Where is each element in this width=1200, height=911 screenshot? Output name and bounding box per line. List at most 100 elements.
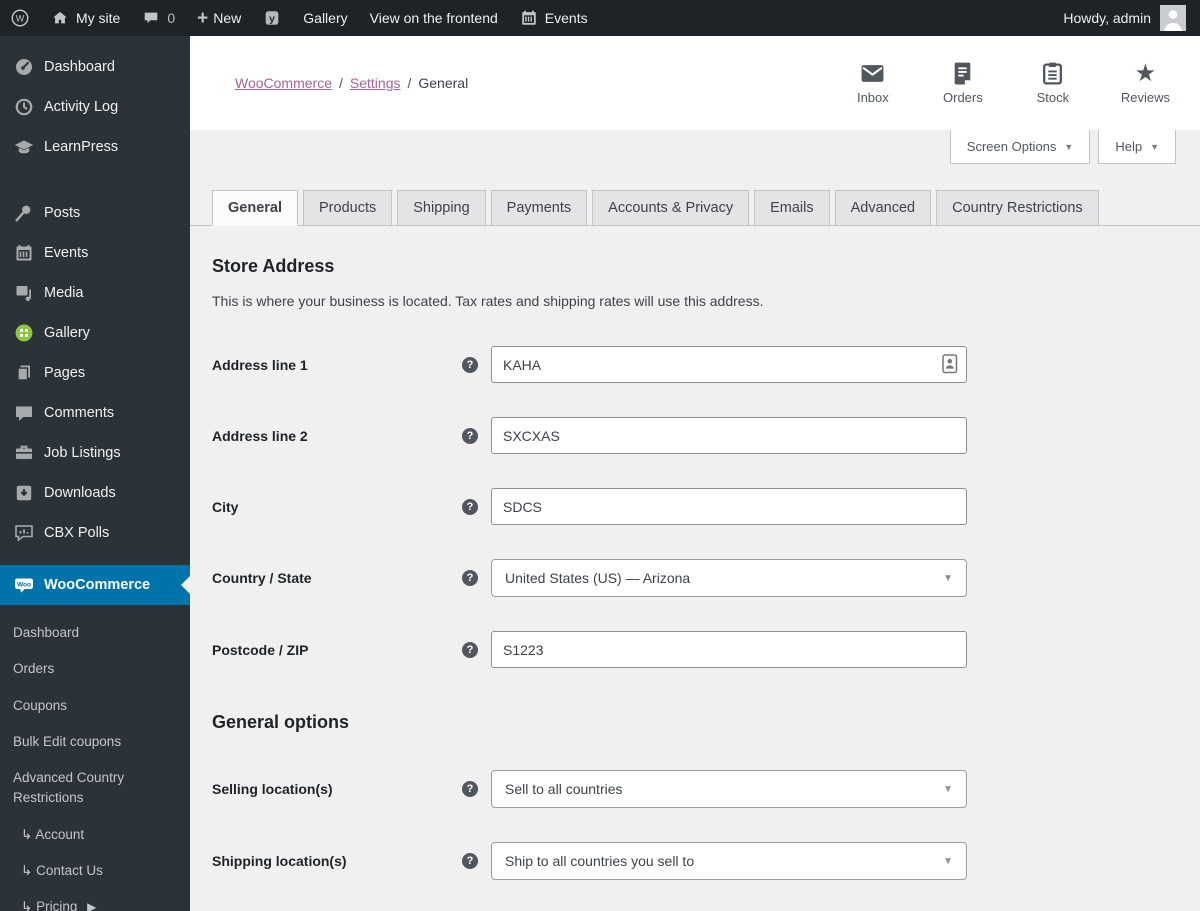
sidebar-item-label: CBX Polls bbox=[44, 525, 110, 541]
sidebar-item-pages[interactable]: Pages bbox=[0, 353, 190, 393]
help-icon[interactable]: ? bbox=[462, 853, 478, 869]
tab-general[interactable]: General bbox=[212, 190, 298, 226]
activity-orders-button[interactable]: Orders bbox=[941, 61, 985, 105]
sidebar-item-comments[interactable]: Comments bbox=[0, 393, 190, 433]
activity-reviews-button[interactable]: ★ Reviews bbox=[1121, 61, 1170, 105]
sidebar-item-label: Comments bbox=[44, 405, 115, 421]
sidebar-item-label: Activity Log bbox=[44, 99, 119, 115]
comments-menu[interactable]: 0 bbox=[131, 0, 186, 36]
briefcase-icon bbox=[16, 445, 32, 459]
tab-products[interactable]: Products bbox=[303, 190, 393, 226]
submenu-item-contact-us[interactable]: ↳ Contact Us bbox=[0, 853, 190, 889]
address-line-2-input[interactable] bbox=[491, 417, 967, 454]
woocommerce-submenu: Dashboard Orders Coupons Bulk Edit coupo… bbox=[0, 605, 190, 911]
admin-sidebar: Dashboard Activity Log LearnPress Posts bbox=[0, 36, 190, 911]
postcode-row: Postcode / ZIP ? bbox=[212, 631, 1200, 668]
help-icon[interactable]: ? bbox=[462, 570, 478, 586]
field-label: Address line 1 bbox=[212, 356, 308, 373]
sidebar-item-activity-log[interactable]: Activity Log bbox=[0, 87, 190, 127]
sidebar-item-media[interactable]: Media bbox=[0, 273, 190, 313]
tab-advanced[interactable]: Advanced bbox=[834, 190, 932, 226]
sidebar-item-label: Dashboard bbox=[44, 59, 115, 75]
help-icon[interactable]: ? bbox=[462, 498, 478, 515]
sidebar-item-posts[interactable]: Posts bbox=[0, 193, 190, 233]
woocommerce-icon: Woo bbox=[15, 578, 33, 593]
breadcrumb-link-settings[interactable]: Settings bbox=[350, 75, 401, 91]
tab-accounts-privacy[interactable]: Accounts & Privacy bbox=[592, 190, 750, 226]
breadcrumb-link-woocommerce[interactable]: WooCommerce bbox=[235, 75, 332, 91]
city-input[interactable] bbox=[491, 488, 967, 525]
submenu-item-dashboard[interactable]: Dashboard bbox=[0, 615, 190, 651]
calendar-icon bbox=[522, 10, 536, 25]
country-state-select[interactable]: United States (US) — Arizona ▼ bbox=[491, 559, 967, 597]
svg-text:y: y bbox=[269, 14, 275, 25]
gallery-menu[interactable]: Gallery bbox=[292, 0, 358, 36]
sidebar-item-label: Posts bbox=[44, 205, 81, 221]
wordpress-menu[interactable]: W bbox=[0, 0, 40, 36]
screen-meta-links: Screen Options ▼ Help ▼ bbox=[190, 130, 1200, 166]
woocommerce-header: WooCommerce / Settings / General Inbox O… bbox=[190, 36, 1200, 130]
screen-options-button[interactable]: Screen Options ▼ bbox=[949, 130, 1091, 164]
sidebar-item-events[interactable]: Events bbox=[0, 233, 190, 273]
submenu-branch-icon: ↳ bbox=[21, 826, 33, 842]
submenu-item-coupons[interactable]: Coupons bbox=[0, 688, 190, 724]
sidebar-item-downloads[interactable]: Downloads bbox=[0, 473, 190, 513]
activity-inbox-button[interactable]: Inbox bbox=[851, 61, 895, 105]
help-icon[interactable]: ? bbox=[462, 781, 478, 797]
submenu-item-bulk-edit-coupons[interactable]: Bulk Edit coupons bbox=[0, 724, 190, 760]
chevron-down-icon: ▼ bbox=[1150, 141, 1159, 152]
sidebar-item-dashboard[interactable]: Dashboard bbox=[0, 47, 190, 87]
yoast-seo-menu[interactable]: y bbox=[252, 0, 292, 36]
help-button[interactable]: Help ▼ bbox=[1098, 130, 1176, 164]
sidebar-item-label: Gallery bbox=[44, 325, 90, 341]
chevron-down-icon: ▼ bbox=[943, 855, 953, 867]
activity-label: Stock bbox=[1036, 90, 1070, 105]
tab-payments[interactable]: Payments bbox=[490, 190, 588, 226]
postcode-input[interactable] bbox=[491, 631, 967, 668]
tab-shipping[interactable]: Shipping bbox=[397, 190, 486, 226]
general-options-section: General options Selling location(s) ? Se… bbox=[190, 712, 1200, 880]
comment-icon bbox=[16, 406, 32, 421]
address-line-1-input[interactable] bbox=[491, 346, 967, 383]
submenu-branch-icon: ↳ bbox=[21, 862, 33, 878]
sidebar-item-gallery[interactable]: Gallery bbox=[0, 313, 190, 353]
submenu-item-pricing[interactable]: ↳ Pricing ▶ bbox=[0, 889, 190, 911]
home-icon bbox=[53, 11, 67, 24]
autofill-contact-icon[interactable] bbox=[942, 354, 958, 374]
city-row: City ? bbox=[212, 488, 1200, 525]
sidebar-item-cbx-polls[interactable]: CBX Polls bbox=[0, 513, 190, 553]
download-icon bbox=[16, 485, 32, 501]
tab-country-restrictions[interactable]: Country Restrictions bbox=[936, 190, 1099, 226]
submenu-item-account[interactable]: ↳ Account bbox=[0, 817, 190, 853]
submenu-item-orders[interactable]: Orders bbox=[0, 651, 190, 687]
help-icon[interactable]: ? bbox=[462, 356, 478, 373]
submenu-item-advanced-country-restrictions[interactable]: Advanced Country Restrictions bbox=[0, 760, 190, 817]
events-menu[interactable]: Events bbox=[509, 0, 599, 36]
shipping-location-row: Shipping location(s) ? Ship to all count… bbox=[212, 842, 1200, 880]
help-icon[interactable]: ? bbox=[462, 427, 478, 444]
view-frontend-menu[interactable]: View on the frontend bbox=[359, 0, 509, 36]
events-label: Events bbox=[544, 10, 588, 26]
sidebar-item-learnpress[interactable]: LearnPress bbox=[0, 127, 190, 167]
howdy-label: Howdy, admin bbox=[1063, 10, 1151, 26]
my-site-label: My site bbox=[76, 10, 121, 26]
field-label: Selling location(s) bbox=[212, 781, 333, 797]
activity-stock-button[interactable]: Stock bbox=[1031, 61, 1075, 105]
stock-clipboard-icon bbox=[1043, 62, 1063, 85]
tab-emails[interactable]: Emails bbox=[754, 190, 830, 226]
comment-bubble-icon bbox=[145, 12, 158, 23]
media-icon bbox=[16, 286, 31, 301]
sidebar-item-job-listings[interactable]: Job Listings bbox=[0, 433, 190, 473]
shipping-location-select[interactable]: Ship to all countries you sell to ▼ bbox=[491, 842, 967, 880]
selected-value: Ship to all countries you sell to bbox=[505, 853, 695, 869]
my-site-menu[interactable]: My site bbox=[40, 0, 131, 36]
selling-location-select[interactable]: Sell to all countries ▼ bbox=[491, 770, 967, 808]
sidebar-item-woocommerce[interactable]: Woo WooCommerce bbox=[0, 565, 190, 605]
account-menu[interactable]: Howdy, admin bbox=[1052, 0, 1200, 36]
help-icon[interactable]: ? bbox=[462, 641, 478, 658]
svg-text:W: W bbox=[16, 13, 25, 23]
new-menu[interactable]: + New bbox=[186, 0, 252, 36]
chevron-down-icon: ▼ bbox=[1064, 141, 1074, 152]
activity-panel: Inbox Orders Stock ★ Reviews bbox=[851, 61, 1178, 105]
store-address-description: This is where your business is located. … bbox=[212, 293, 764, 309]
